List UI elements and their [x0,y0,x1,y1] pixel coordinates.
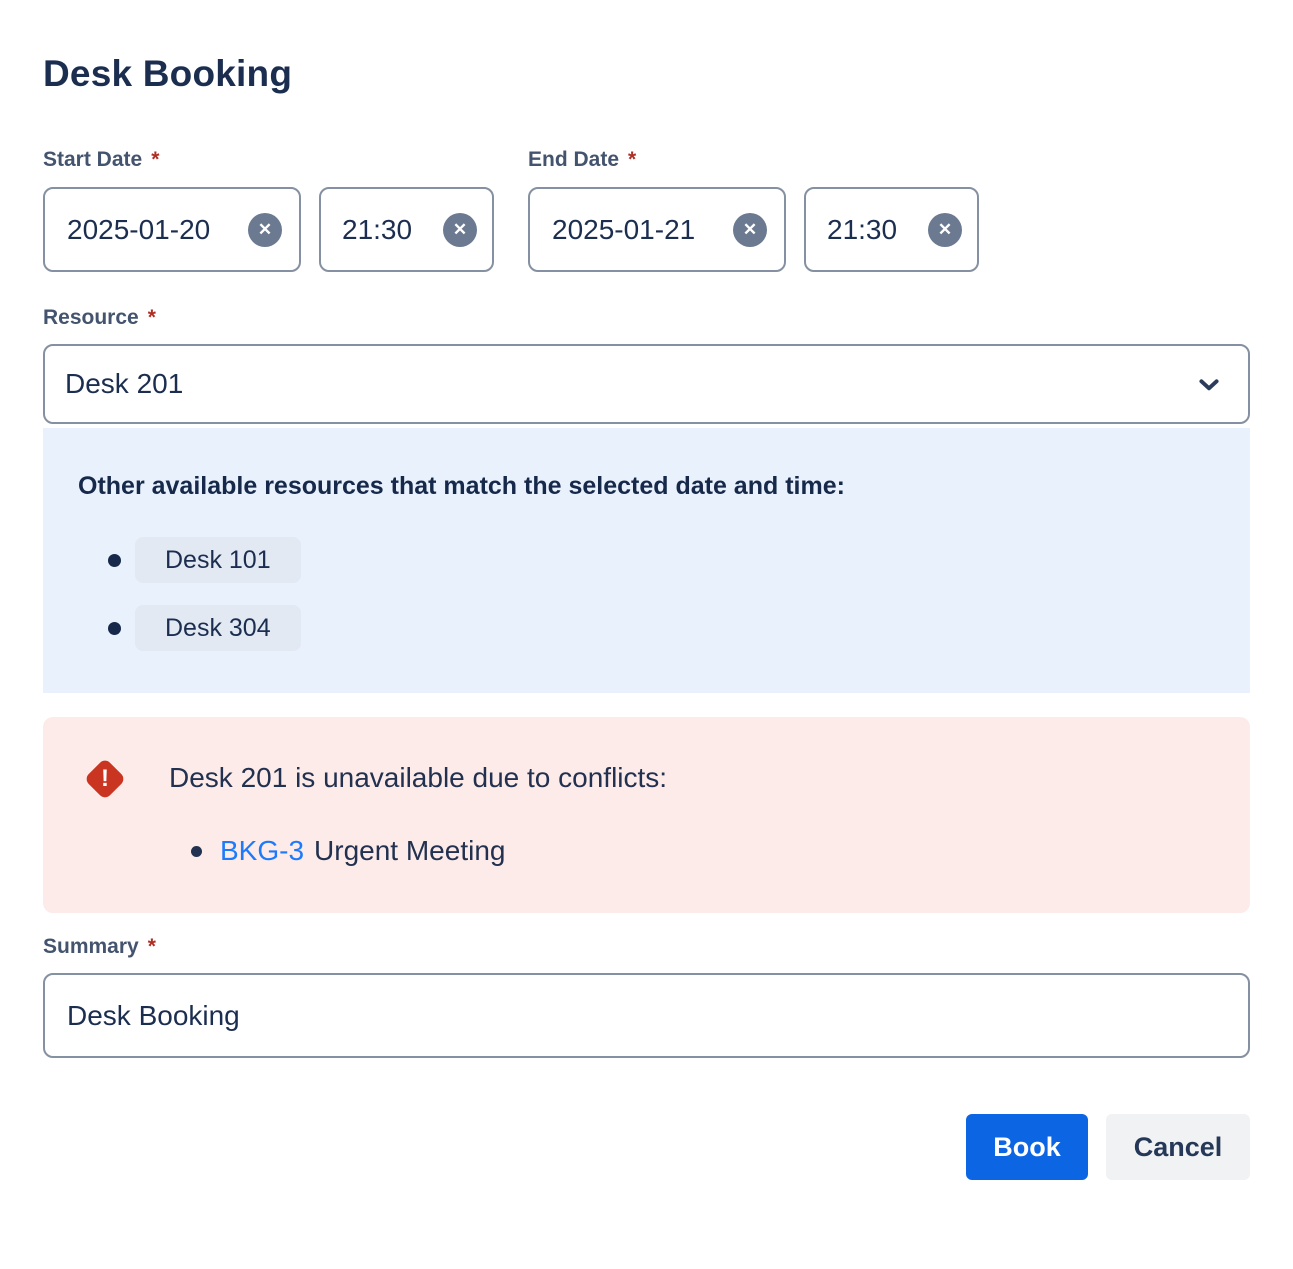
required-asterisk: * [628,148,636,172]
start-date-value: 2025-01-20 [67,214,210,246]
start-date-label-text: Start Date [43,148,142,172]
available-resources-panel: Other available resources that match the… [43,428,1250,693]
available-resources-list: Desk 101 Desk 304 [78,537,1215,651]
end-date-group: End Date * 2025-01-21 ✕ 21:30 ✕ [528,148,979,272]
book-button[interactable]: Book [966,1114,1088,1180]
conflict-message: Desk 201 is unavailable due to conflicts… [169,761,667,795]
chevron-down-icon [1196,371,1222,397]
summary-input[interactable] [43,973,1250,1058]
form-actions: Book Cancel [43,1114,1250,1180]
end-date-inputs: 2025-01-21 ✕ 21:30 ✕ [528,187,979,272]
bullet-icon [108,554,121,567]
datetime-row: Start Date * 2025-01-20 ✕ 21:30 ✕ End Da… [43,148,1250,272]
start-date-group: Start Date * 2025-01-20 ✕ 21:30 ✕ [43,148,494,272]
start-date-inputs: 2025-01-20 ✕ 21:30 ✕ [43,187,494,272]
start-date-input[interactable]: 2025-01-20 ✕ [43,187,301,272]
required-asterisk: * [148,306,156,330]
booking-key-link[interactable]: BKG-3 [220,835,304,867]
conflict-error-panel: ! Desk 201 is unavailable due to conflic… [43,717,1250,913]
end-time-value: 21:30 [827,214,897,246]
error-diamond-icon: ! [84,758,126,800]
resource-chip[interactable]: Desk 101 [135,537,301,583]
circle-x-icon[interactable]: ✕ [928,213,962,247]
resource-label-text: Resource [43,306,139,330]
cancel-button[interactable]: Cancel [1106,1114,1250,1180]
end-date-label-text: End Date [528,148,619,172]
summary-label: Summary * [43,935,1250,959]
available-resources-heading: Other available resources that match the… [78,472,1215,501]
start-time-input[interactable]: 21:30 ✕ [319,187,494,272]
list-item: Desk 304 [108,605,1215,651]
list-item: BKG-3 Urgent Meeting [191,835,667,867]
circle-x-icon[interactable]: ✕ [733,213,767,247]
bullet-icon [191,846,202,857]
start-date-label: Start Date * [43,148,494,172]
end-date-input[interactable]: 2025-01-21 ✕ [528,187,786,272]
conflict-content: Desk 201 is unavailable due to conflicts… [169,758,667,867]
resource-selected-value: Desk 201 [65,368,183,400]
conflict-item-title: Urgent Meeting [314,835,505,867]
required-asterisk: * [148,935,156,959]
circle-x-icon[interactable]: ✕ [443,213,477,247]
resource-select[interactable]: Desk 201 [43,344,1250,424]
resource-label: Resource * [43,306,1250,330]
circle-x-icon[interactable]: ✕ [248,213,282,247]
bullet-icon [108,622,121,635]
required-asterisk: * [151,148,159,172]
start-time-value: 21:30 [342,214,412,246]
page-title: Desk Booking [43,52,1250,96]
desk-booking-form: Desk Booking Start Date * 2025-01-20 ✕ 2… [0,52,1293,1180]
end-date-value: 2025-01-21 [552,214,695,246]
summary-label-text: Summary [43,935,139,959]
end-date-label: End Date * [528,148,979,172]
end-time-input[interactable]: 21:30 ✕ [804,187,979,272]
resource-chip[interactable]: Desk 304 [135,605,301,651]
list-item: Desk 101 [108,537,1215,583]
